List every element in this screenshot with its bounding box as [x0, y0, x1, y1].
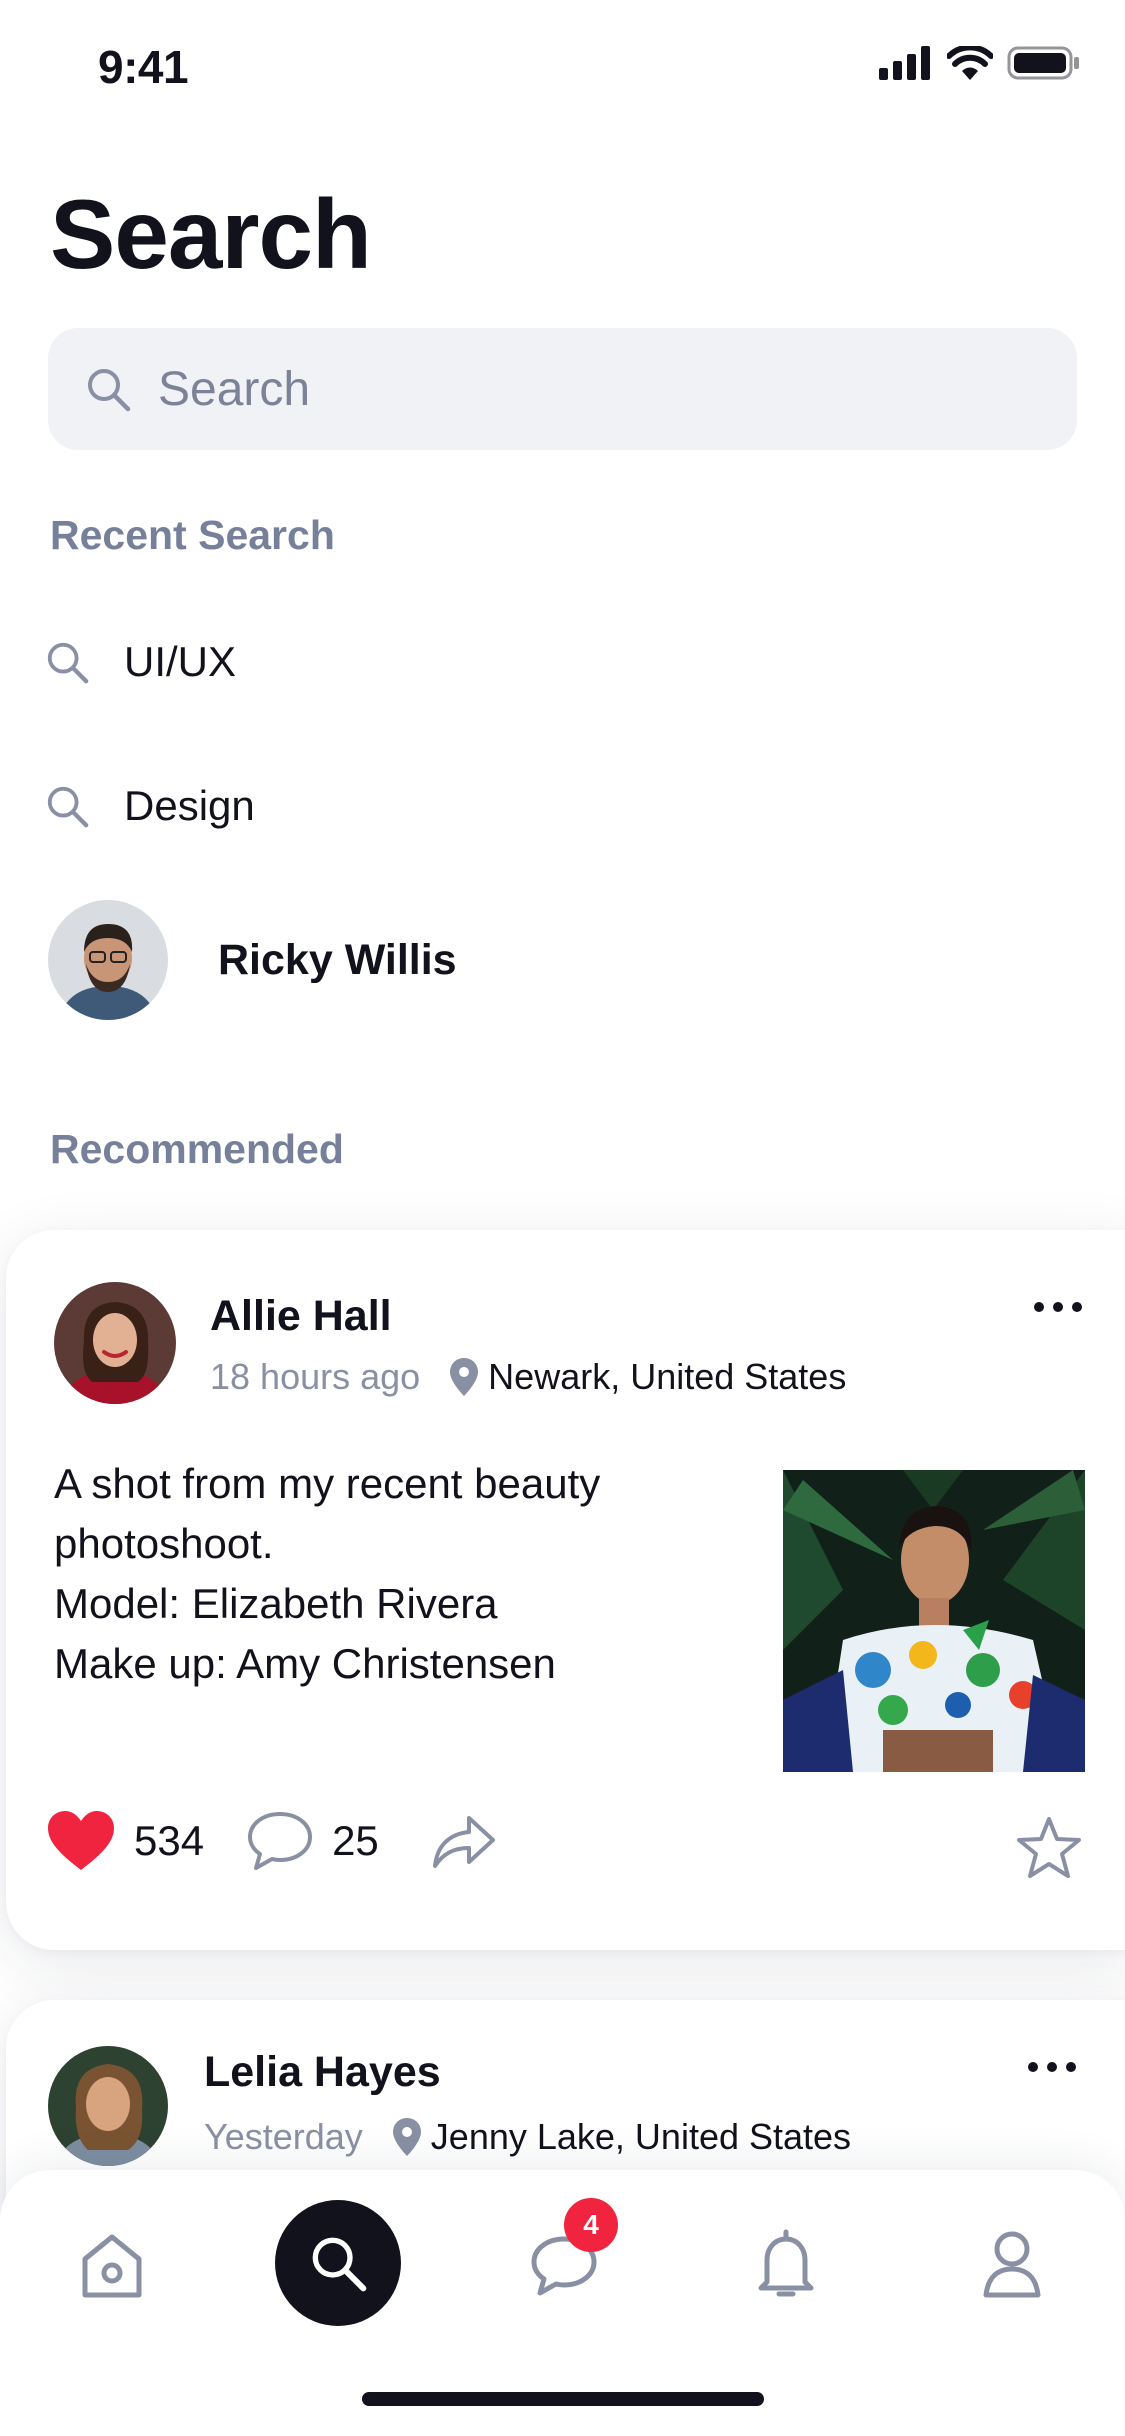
post-location: Newark, United States — [488, 1356, 847, 1397]
profile-icon — [983, 2231, 1041, 2298]
home-icon — [82, 2234, 142, 2298]
post-text-line: Model: Elizabeth Rivera — [54, 1580, 498, 1627]
page-title: Search — [50, 179, 372, 289]
home-indicator[interactable] — [362, 2392, 764, 2406]
status-icons — [879, 46, 1081, 80]
location-pin-icon — [450, 1358, 479, 1396]
status-time: 9:41 — [98, 41, 189, 93]
post-author-name[interactable]: Lelia Hayes — [204, 2048, 441, 2097]
recent-person-name: Ricky Willis — [218, 935, 457, 984]
post-text-line: photoshoot. — [54, 1520, 274, 1567]
search-icon — [88, 369, 131, 412]
comment-button[interactable]: 25 — [246, 1810, 379, 1872]
post-time: Yesterday — [204, 2116, 363, 2157]
recent-query-text: UI/UX — [124, 638, 237, 685]
more-options-button[interactable] — [1034, 1292, 1082, 1322]
share-button[interactable] — [431, 1812, 497, 1870]
comment-icon — [248, 1812, 313, 1870]
messages-badge: 4 — [564, 2198, 618, 2252]
recent-query-item[interactable]: Design — [44, 766, 255, 846]
post-location: Jenny Lake, United States — [430, 2116, 852, 2157]
cellular-signal-icon — [879, 46, 930, 80]
search-input[interactable] — [158, 361, 958, 417]
heart-icon — [48, 1811, 114, 1870]
like-count: 534 — [134, 1817, 205, 1864]
tab-notifications[interactable] — [746, 2222, 826, 2306]
search-icon — [47, 786, 89, 828]
post-author-name[interactable]: Allie Hall — [210, 1292, 392, 1341]
post-card[interactable]: Allie Hall 18 hours ago Newark, United S… — [6, 1230, 1125, 1950]
share-icon — [432, 1816, 495, 1868]
bell-icon — [758, 2229, 814, 2297]
recent-search-label: Recent Search — [50, 512, 335, 558]
post-time: 18 hours ago — [210, 1356, 421, 1397]
star-icon — [1017, 1817, 1081, 1878]
avatar[interactable] — [48, 2046, 168, 2166]
post-text-line: Make up: Amy Christensen — [54, 1640, 556, 1687]
tab-home[interactable] — [72, 2226, 152, 2306]
bookmark-button[interactable] — [1016, 1816, 1082, 1885]
post-meta: Yesterday Jenny Lake, United States — [204, 2116, 851, 2158]
recent-query-text: Design — [124, 782, 255, 829]
recent-query-item[interactable]: UI/UX — [44, 622, 236, 702]
battery-icon — [1007, 46, 1079, 80]
recommended-label: Recommended — [50, 1126, 344, 1172]
more-options-button[interactable] — [1028, 2052, 1076, 2082]
search-icon — [47, 642, 89, 684]
location-pin-icon — [392, 2118, 421, 2156]
tab-messages[interactable]: 4 — [524, 2198, 618, 2306]
screen: 9:41 Search Recent Search — [0, 0, 1125, 2436]
avatar — [48, 900, 168, 1020]
tab-profile[interactable] — [972, 2222, 1052, 2306]
tab-search[interactable] — [275, 2200, 401, 2326]
post-text: A shot from my recent beauty photoshoot.… — [54, 1454, 754, 1694]
post-meta: 18 hours ago Newark, United States — [210, 1356, 846, 1398]
like-button[interactable]: 534 — [46, 1810, 204, 1872]
search-icon — [312, 2237, 367, 2292]
post-text-line: A shot from my recent beauty — [54, 1460, 601, 1507]
avatar[interactable] — [54, 1282, 176, 1404]
comment-count: 25 — [332, 1817, 379, 1864]
post-actions: 534 25 — [46, 1810, 497, 1872]
recent-person-item[interactable]: Ricky Willis — [48, 900, 457, 1020]
wifi-icon — [947, 46, 993, 80]
search-bar[interactable] — [48, 328, 1077, 450]
post-image[interactable] — [783, 1470, 1085, 1772]
